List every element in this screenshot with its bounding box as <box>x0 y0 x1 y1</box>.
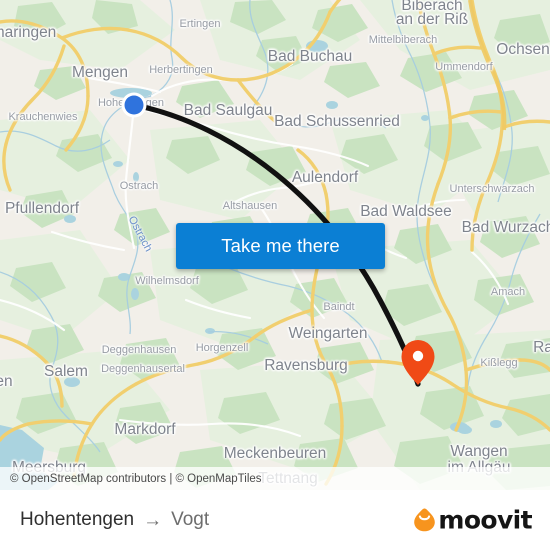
moovit-route-card: maringenErtingenBiberachan der RißMittel… <box>0 0 550 550</box>
moovit-wordmark: moovit <box>438 505 532 535</box>
destination-pin-hole <box>412 350 424 362</box>
destination-pin-body <box>401 340 435 385</box>
route-summary: Hohentengen → Vogt <box>20 509 209 531</box>
route-origin-label: Hohentengen <box>20 509 135 530</box>
map-attribution-text[interactable]: © OpenStreetMap contributors | © OpenMap… <box>10 473 262 485</box>
arrow-right-icon: → <box>143 509 163 531</box>
take-me-there-label: Take me there <box>221 235 340 256</box>
moovit-pin-icon <box>414 508 436 532</box>
route-destination-label: Vogt <box>171 509 210 530</box>
map-attribution-bar: © OpenStreetMap contributors | © OpenMap… <box>0 467 550 490</box>
footer-bar: Hohentengen → Vogt moovit <box>0 490 550 550</box>
moovit-logo[interactable]: moovit <box>413 505 533 535</box>
take-me-there-button[interactable]: Take me there <box>176 223 385 269</box>
map-canvas[interactable]: maringenErtingenBiberachan der RißMittel… <box>0 0 550 490</box>
